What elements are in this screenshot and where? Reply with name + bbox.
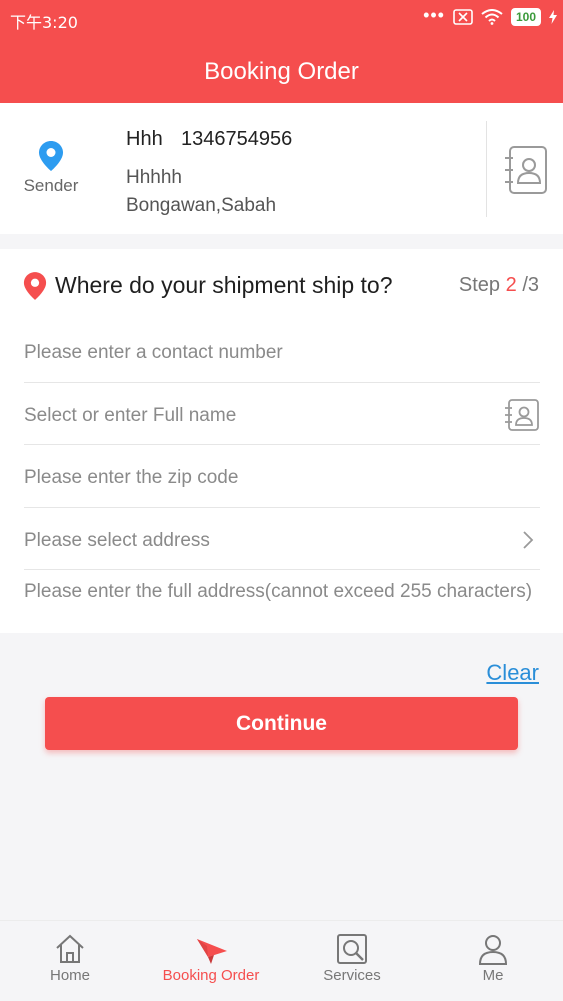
sender-name: Hhh [126, 128, 163, 150]
tab-label: Home [49, 967, 90, 984]
sender-address-line: Hhhhh [126, 167, 182, 188]
step-total: /3 [522, 274, 539, 296]
more-dots-icon: ••• [423, 5, 445, 25]
tab-label: Booking Order [162, 967, 260, 984]
divider [24, 569, 540, 570]
battery-indicator: 100 [510, 8, 541, 26]
search-doc-icon [337, 934, 367, 964]
tab-me[interactable]: Me [423, 921, 563, 1001]
wifi-icon [481, 9, 503, 25]
status-bar: 下午3:20 ••• 100 [0, 0, 563, 36]
step-indicator: Step 2 /3 [459, 274, 539, 297]
divider [486, 121, 487, 217]
location-pin-icon [39, 141, 63, 171]
step-current: 2 [505, 274, 517, 296]
divider [24, 507, 540, 508]
recipient-question: Where do your shipment ship to? [55, 272, 393, 298]
full-address-input[interactable]: Please enter the full address(cannot exc… [24, 580, 540, 603]
paper-plane-icon [197, 939, 227, 964]
address-select[interactable]: Please select address [24, 530, 540, 552]
sim-off-icon [453, 9, 473, 25]
contact-number-input[interactable]: Please enter a contact number [24, 342, 540, 364]
tab-home[interactable]: Home [0, 921, 140, 1001]
tab-booking-order[interactable]: Booking Order [141, 921, 281, 1001]
status-time: 下午3:20 [10, 13, 78, 32]
charging-icon [549, 10, 557, 24]
location-pin-icon [23, 272, 47, 300]
chevron-right-icon [523, 531, 534, 549]
tab-label: Services [323, 967, 381, 984]
divider [24, 382, 540, 383]
page-title: Booking Order [204, 58, 359, 85]
home-icon [56, 934, 84, 963]
divider [24, 444, 540, 445]
sender-label: Sender [23, 176, 79, 195]
step-prefix: Step [458, 274, 501, 296]
sender-card[interactable] [0, 103, 563, 234]
zip-code-input[interactable]: Please enter the zip code [24, 467, 540, 489]
full-name-input[interactable]: Select or enter Full name [24, 405, 540, 427]
clear-link[interactable]: Clear [486, 660, 539, 686]
sender-region: Bongawan,Sabah [126, 195, 277, 216]
recipient-form [0, 249, 563, 633]
contact-book-icon[interactable] [503, 399, 539, 431]
sender-phone: 1346754956 [181, 128, 293, 150]
app-header: 下午3:20 ••• 100 Booking Order [0, 0, 563, 103]
user-icon [478, 935, 508, 965]
tab-label: Me [482, 967, 504, 984]
status-icons: ••• 100 [423, 5, 557, 26]
tab-services[interactable]: Services [282, 921, 422, 1001]
bottom-tab-bar: Home Booking Order Services Me [0, 920, 563, 1001]
continue-button[interactable]: Continue [45, 697, 518, 750]
contact-book-icon[interactable] [502, 145, 548, 195]
